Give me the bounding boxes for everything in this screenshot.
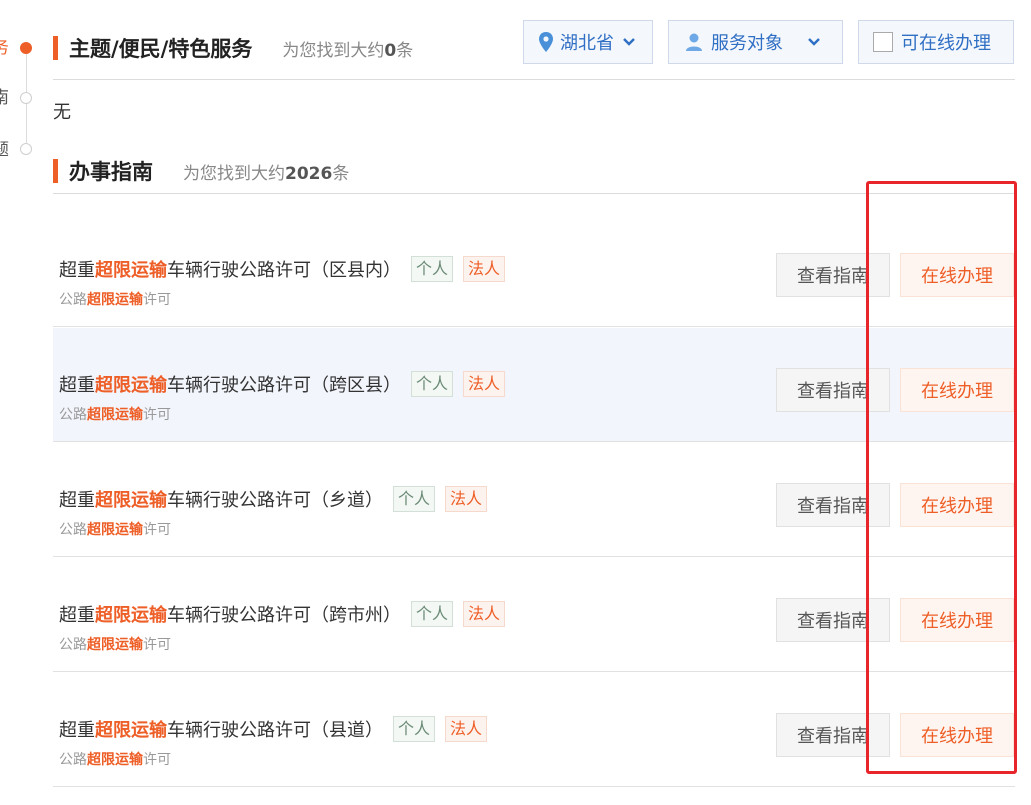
tag-legal-entity: 法人 <box>463 601 506 627</box>
item-subtitle: 公路超限运输许可 <box>59 752 171 768</box>
tag-legal-entity: 法人 <box>445 716 488 742</box>
location-pin-icon <box>539 32 553 52</box>
tag-person: 个人 <box>411 256 454 282</box>
region-filter-label: 湖北省 <box>560 33 614 54</box>
item-subtitle: 公路超限运输许可 <box>59 522 171 538</box>
list-item: 超重 超限运输 车辆行驶公路许可（跨区县） 个人 法人 公路超限运输许可 查看指南 … <box>53 328 1015 442</box>
item-subtitle: 公路超限运输许可 <box>59 407 171 423</box>
view-guide-button[interactable]: 查看指南 <box>776 713 890 757</box>
view-guide-button[interactable]: 查看指南 <box>776 483 890 527</box>
timeline-item-services[interactable]: 务 <box>0 38 9 58</box>
list-item: 超重 超限运输 车辆行驶公路许可（跨市州） 个人 法人 公路超限运输许可 查看指南 … <box>53 558 1015 672</box>
theme-empty-text: 无 <box>53 102 71 123</box>
item-title[interactable]: 超重 超限运输 车辆行驶公路许可（跨市州） 个人 法人 <box>59 601 506 627</box>
audience-filter-label: 服务对象 <box>711 33 783 54</box>
item-title[interactable]: 超重 超限运输 车辆行驶公路许可（跨区县） 个人 法人 <box>59 371 506 397</box>
view-guide-button[interactable]: 查看指南 <box>776 253 890 297</box>
item-title[interactable]: 超重 超限运输 车辆行驶公路许可（乡道） 个人 法人 <box>59 486 488 512</box>
region-filter-dropdown[interactable]: 湖北省 <box>523 20 653 64</box>
timeline-dot <box>20 143 32 155</box>
list-item: 超重 超限运输 车辆行驶公路许可（乡道） 个人 法人 公路超限运输许可 查看指南 在… <box>53 443 1015 557</box>
guide-section-count: 为您找到大约2026条 <box>183 163 350 184</box>
user-icon <box>686 33 702 51</box>
apply-online-button[interactable]: 在线办理 <box>900 253 1014 297</box>
tag-person: 个人 <box>393 716 436 742</box>
item-subtitle: 公路超限运输许可 <box>59 292 171 308</box>
apply-online-button[interactable]: 在线办理 <box>900 598 1014 642</box>
theme-section-divider <box>53 79 1015 80</box>
timeline-dot-active <box>20 42 32 54</box>
guide-section-divider <box>53 193 1015 194</box>
timeline-dot <box>20 92 32 104</box>
guide-section-title: 办事指南 <box>69 160 153 184</box>
theme-section-title: 主题/便民/特色服务 <box>69 37 253 61</box>
online-only-label: 可在线办理 <box>901 33 991 54</box>
tag-person: 个人 <box>411 371 454 397</box>
view-guide-button[interactable]: 查看指南 <box>776 598 890 642</box>
item-title[interactable]: 超重 超限运输 车辆行驶公路许可（县道） 个人 法人 <box>59 716 488 742</box>
audience-filter-dropdown[interactable]: 服务对象 <box>668 20 843 64</box>
apply-online-button[interactable]: 在线办理 <box>900 713 1014 757</box>
timeline-item-topics[interactable]: 题 <box>0 140 9 160</box>
list-item: 超重 超限运输 车辆行驶公路许可（县道） 个人 法人 公路超限运输许可 查看指南 在… <box>53 673 1015 787</box>
tag-legal-entity: 法人 <box>463 371 506 397</box>
side-timeline-nav: 务 南 题 <box>0 0 40 200</box>
timeline-item-guide[interactable]: 南 <box>0 88 9 108</box>
tag-person: 个人 <box>411 601 454 627</box>
guide-section-header: 办事指南 为您找到大约2026条 <box>53 156 349 186</box>
online-only-checkbox[interactable] <box>873 32 893 52</box>
view-guide-button[interactable]: 查看指南 <box>776 368 890 412</box>
theme-section-header: 主题/便民/特色服务 为您找到大约0条 <box>53 33 413 63</box>
item-subtitle: 公路超限运输许可 <box>59 637 171 653</box>
theme-section-count: 为您找到大约0条 <box>282 40 414 61</box>
apply-online-button[interactable]: 在线办理 <box>900 368 1014 412</box>
item-title[interactable]: 超重 超限运输 车辆行驶公路许可（区县内） 个人 法人 <box>59 256 506 282</box>
list-item: 超重 超限运输 车辆行驶公路许可（区县内） 个人 法人 公路超限运输许可 查看指南 … <box>53 213 1015 327</box>
section-accent-bar <box>53 159 58 183</box>
tag-legal-entity: 法人 <box>463 256 506 282</box>
section-accent-bar <box>53 36 58 60</box>
tag-legal-entity: 法人 <box>445 486 488 512</box>
online-only-filter[interactable]: 可在线办理 <box>858 20 1014 64</box>
chevron-down-icon <box>623 38 635 46</box>
tag-person: 个人 <box>393 486 436 512</box>
chevron-down-icon <box>808 38 820 46</box>
apply-online-button[interactable]: 在线办理 <box>900 483 1014 527</box>
